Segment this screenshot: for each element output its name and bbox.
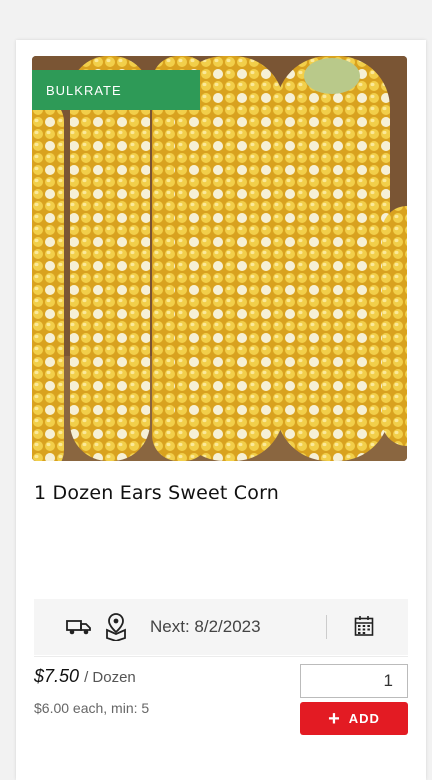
price-line: $7.50 / Dozen <box>34 666 136 687</box>
price-value: $7.50 <box>34 666 80 686</box>
plus-icon: + <box>328 707 341 730</box>
pickup-location-icon <box>104 613 128 646</box>
price-unit: / Dozen <box>84 669 136 686</box>
calendar-icon[interactable] <box>354 615 374 642</box>
divider <box>326 615 327 639</box>
bulk-price-note: $6.00 each, min: 5 <box>34 700 150 716</box>
bulkrate-badge: BULKRATE <box>32 70 200 110</box>
next-delivery-date[interactable]: Next: 8/2/2023 <box>150 617 261 637</box>
quantity-input[interactable] <box>300 664 408 698</box>
delivery-bar: Next: 8/2/2023 <box>34 599 408 655</box>
separator <box>34 656 408 657</box>
product-card: BULKRATE 1 Dozen Ears Sweet Corn Next: 8… <box>16 40 426 780</box>
corn-illustration <box>32 56 407 461</box>
product-title[interactable]: 1 Dozen Ears Sweet Corn <box>34 482 279 504</box>
product-image[interactable]: BULKRATE <box>32 56 407 461</box>
add-button-label: ADD <box>348 711 380 726</box>
add-to-cart-button[interactable]: + ADD <box>300 702 408 735</box>
truck-icon <box>66 617 92 640</box>
